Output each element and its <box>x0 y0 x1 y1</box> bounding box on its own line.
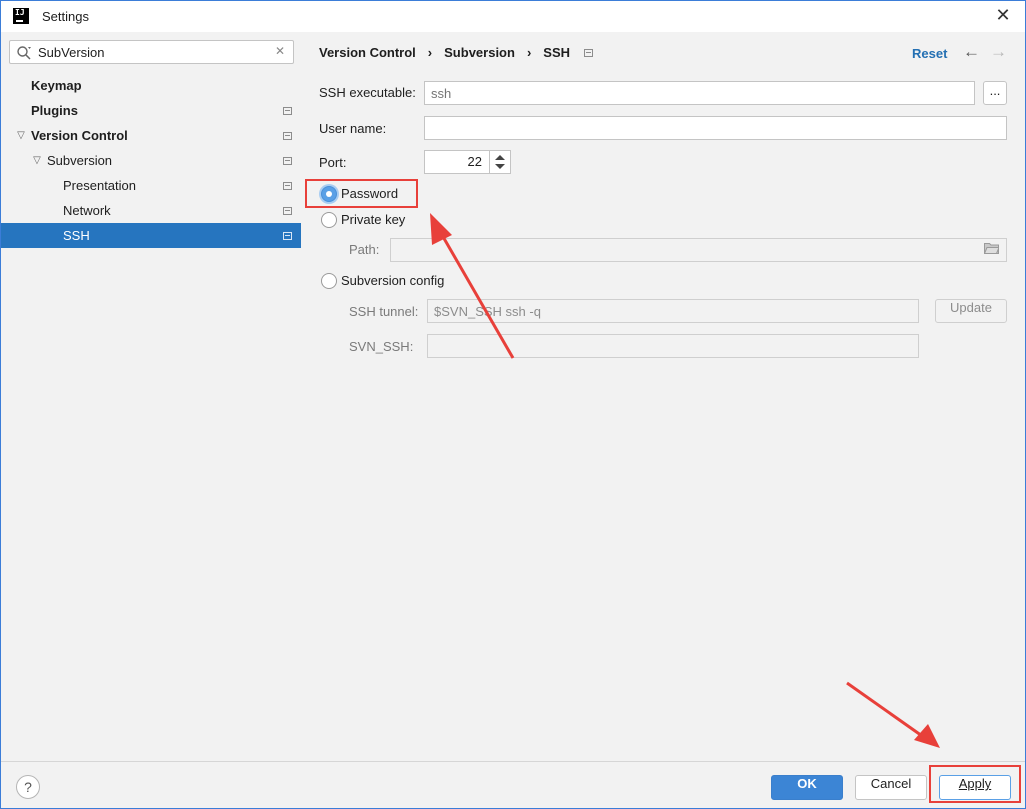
dialog-button-bar: ? OK Cancel Apply <box>1 761 1025 808</box>
project-settings-icon <box>283 107 292 115</box>
breadcrumb-item: Version Control <box>319 45 416 60</box>
breadcrumb-separator-icon: › <box>526 45 532 60</box>
cancel-button[interactable]: Cancel <box>855 775 927 800</box>
private-key-radio-label[interactable]: Private key <box>341 212 405 227</box>
tree-item-label: Subversion <box>47 153 113 168</box>
breadcrumb-separator-icon: › <box>427 45 433 60</box>
project-settings-icon <box>283 207 292 215</box>
user-name-input[interactable] <box>424 116 1007 140</box>
search-icon <box>17 46 31 60</box>
port-value: 22 <box>467 154 482 169</box>
close-icon[interactable]: ✕ <box>993 5 1013 25</box>
password-highlight-box <box>305 179 418 208</box>
ssh-executable-input[interactable] <box>424 81 975 105</box>
folder-icon[interactable] <box>984 242 999 254</box>
breadcrumb: Version Control › Subversion › SSH <box>319 45 594 60</box>
settings-search: ✕ <box>9 40 294 64</box>
ssh-tunnel-label: SSH tunnel: <box>349 304 419 319</box>
tree-item-subversion[interactable]: ▽ Subversion <box>1 148 301 173</box>
tree-item-keymap[interactable]: Keymap <box>1 73 301 98</box>
settings-sidebar: ✕ Keymap Plugins ▽ Version Control ▽ Sub… <box>1 32 301 761</box>
breadcrumb-item: Subversion <box>444 45 515 60</box>
browse-button[interactable]: ... <box>983 81 1007 105</box>
breadcrumb-item: SSH <box>543 45 571 60</box>
project-settings-icon <box>283 232 292 240</box>
project-settings-icon <box>283 182 292 190</box>
subversion-config-radio[interactable] <box>321 273 337 289</box>
reset-link[interactable]: Reset <box>912 46 947 61</box>
intellij-app-icon: IJ <box>13 8 29 24</box>
spinner-up-icon[interactable] <box>495 155 505 160</box>
svn-ssh-input[interactable] <box>427 334 919 358</box>
user-name-label: User name: <box>319 121 387 136</box>
chevron-down-icon[interactable]: ▽ <box>15 123 27 148</box>
port-spinner[interactable]: 22 <box>424 150 511 174</box>
subversion-config-radio-label[interactable]: Subversion config <box>341 273 444 288</box>
project-settings-icon <box>283 157 292 165</box>
search-input[interactable] <box>38 44 278 61</box>
port-label: Port: <box>319 155 347 170</box>
arrow-forward-icon[interactable]: → <box>990 42 1007 62</box>
update-button[interactable]: Update <box>935 299 1007 323</box>
ssh-tunnel-input[interactable] <box>427 299 919 323</box>
project-settings-icon <box>283 132 292 140</box>
tree-item-ssh[interactable]: SSH <box>1 223 301 248</box>
settings-content: Version Control › Subversion › SSH Reset… <box>301 32 1025 761</box>
window-title: Settings <box>42 9 89 24</box>
tree-item-presentation[interactable]: Presentation <box>1 173 301 198</box>
tree-item-network[interactable]: Network <box>1 198 301 223</box>
arrow-back-icon[interactable]: ← <box>963 42 980 62</box>
tree-item-label: Plugins <box>31 103 78 118</box>
spinner-down-icon[interactable] <box>495 164 505 169</box>
settings-window: IJ Settings ✕ ✕ Keymap Plugins ▽ Ver <box>0 0 1026 809</box>
private-key-radio[interactable] <box>321 212 337 228</box>
tree-item-label: Network <box>63 203 111 218</box>
help-icon[interactable]: ? <box>16 775 40 799</box>
tree-item-version-control[interactable]: ▽ Version Control <box>1 123 301 148</box>
tree-item-label: Keymap <box>31 78 82 93</box>
tree-item-label: Version Control <box>31 128 128 143</box>
ssh-executable-label: SSH executable: <box>319 85 416 100</box>
settings-tree: Keymap Plugins ▽ Version Control ▽ Subve… <box>1 73 301 248</box>
path-label: Path: <box>349 242 380 257</box>
tree-item-label: SSH <box>63 228 90 243</box>
project-settings-icon <box>584 48 594 57</box>
spinner-arrows[interactable] <box>489 151 510 173</box>
ok-button[interactable]: OK <box>771 775 843 800</box>
svn-ssh-label: SVN_SSH: <box>349 339 414 354</box>
path-input[interactable] <box>390 238 1007 262</box>
title-bar: IJ Settings ✕ <box>1 1 1025 32</box>
clear-search-icon[interactable]: ✕ <box>275 44 285 58</box>
chevron-down-icon[interactable]: ▽ <box>31 148 43 173</box>
apply-highlight-box <box>929 765 1021 803</box>
tree-item-label: Presentation <box>63 178 136 193</box>
tree-item-plugins[interactable]: Plugins <box>1 98 301 123</box>
